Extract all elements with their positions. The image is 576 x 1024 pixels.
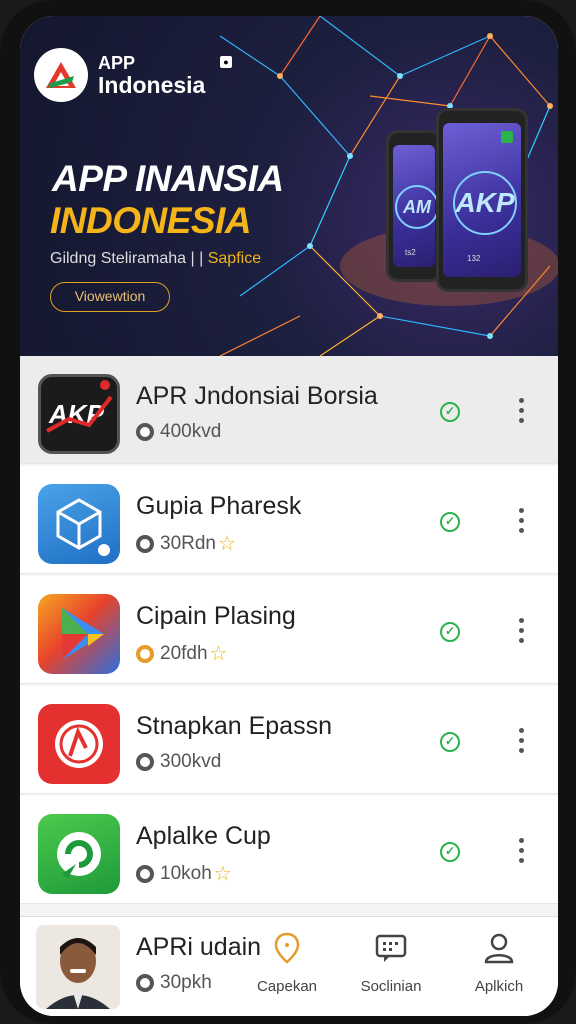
brand-line2: Indonesia — [98, 71, 206, 98]
app-title: Stnapkan Epassn — [136, 712, 332, 740]
app-meta-value: 400kvd — [160, 421, 222, 442]
hero-subtitle-accent: Sapfice — [207, 250, 262, 267]
clock-icon — [136, 534, 154, 553]
clock-icon — [136, 864, 154, 883]
mock-phone-left-logo: AM — [395, 185, 439, 229]
check-icon: ✓ — [440, 512, 460, 532]
avatar[interactable] — [36, 925, 120, 1009]
brand-line1: APP — [98, 52, 136, 73]
app-meta-value: 10koh — [160, 862, 212, 884]
nav-label: Aplkich — [474, 978, 524, 995]
more-options-icon[interactable] — [516, 398, 526, 428]
nav-label: Capekan — [256, 978, 318, 995]
list-item[interactable]: Aplalke Cup 10koh ☆ ✓ — [20, 796, 558, 904]
list-item[interactable]: Cipain Plasing 20fdh ☆ ✓ — [20, 576, 558, 684]
more-options-icon[interactable] — [516, 728, 526, 758]
app-meta: 30Rdn ☆ — [136, 531, 236, 556]
screen: APP Indonesia ● APP INANSIA INDONESIA Gi… — [20, 16, 558, 1016]
mock-phone-right: AKP 132 — [436, 108, 528, 292]
more-options-icon[interactable] — [516, 508, 526, 538]
app-title: Gupia Pharesk — [136, 492, 302, 520]
app-title: Cipain Plasing — [136, 602, 296, 630]
hero-subtitle: Gildng Steliramaha | | Sapfice — [50, 250, 261, 268]
app-meta: 10koh ☆ — [136, 861, 232, 886]
bottom-meta-value: 30pkh — [160, 972, 212, 993]
app-title: APR Jndonsiai Borsia — [136, 382, 378, 410]
list-item[interactable]: AKP APR Jndonsiai Borsia 400kvd ✓ — [20, 356, 558, 464]
lock-icon: ● — [220, 56, 232, 68]
bottom-bar: APRi udain 30pkh Capekan Soclinian Aplki… — [20, 916, 558, 1016]
hero-title: APP INANSIA — [52, 158, 284, 199]
box-app-icon — [38, 484, 120, 564]
check-icon: ✓ — [440, 842, 460, 862]
bottom-app-meta: 30pkh — [136, 972, 212, 994]
hero-subtitle-main: Gildng Steliramaha | | — [50, 250, 204, 267]
mock-phone-left-screen: AM ts2 — [393, 145, 439, 267]
star-icon: ☆ — [218, 533, 236, 555]
hero-title-accent: INDONESIA — [50, 200, 252, 241]
nav-item-aplkich[interactable]: Aplkich — [454, 931, 544, 995]
mock-phone-right-badge-icon — [501, 131, 513, 143]
clock-icon — [136, 974, 154, 992]
list-item[interactable]: Gupia Pharesk 30Rdn ☆ ✓ — [20, 466, 558, 574]
mock-phone-right-label: 132 — [467, 254, 481, 263]
akp-app-icon: AKP — [38, 374, 120, 454]
app-meta: 300kvd — [136, 751, 221, 773]
nav-item-capekan[interactable]: Capekan — [242, 931, 332, 995]
star-icon: ☆ — [209, 643, 228, 665]
hero-banner[interactable]: APP Indonesia ● APP INANSIA INDONESIA Gi… — [20, 16, 558, 356]
more-options-icon[interactable] — [516, 838, 526, 868]
star-icon: ☆ — [213, 863, 232, 885]
green-swirl-app-icon — [38, 814, 120, 894]
clock-icon — [136, 644, 154, 663]
more-options-icon[interactable] — [516, 618, 526, 648]
clock-icon — [136, 423, 154, 441]
nav-item-soclinian[interactable]: Soclinian — [346, 931, 436, 995]
check-icon: ✓ — [440, 402, 460, 422]
app-meta-value: 300kvd — [160, 751, 222, 772]
mock-phone-right-screen: AKP 132 — [443, 123, 521, 277]
phone-frame: APP Indonesia ● APP INANSIA INDONESIA Gi… — [0, 0, 576, 1024]
brand-header: APP Indonesia ● — [34, 48, 232, 102]
nav-label: Soclinian — [360, 978, 422, 995]
mock-phone-left-label: ts2 — [405, 248, 416, 257]
play-app-icon — [38, 594, 120, 674]
app-title: Aplalke Cup — [136, 822, 271, 850]
app-meta: 20fdh ☆ — [136, 641, 227, 666]
location-pin-icon — [274, 932, 300, 964]
check-icon: ✓ — [440, 622, 460, 642]
hero-cta-button[interactable]: Viowewtion — [50, 282, 170, 312]
check-icon: ✓ — [440, 732, 460, 752]
clock-icon — [136, 753, 154, 771]
list-item[interactable]: Stnapkan Epassn 300kvd ✓ — [20, 686, 558, 794]
mock-phone-left: AM ts2 — [386, 130, 442, 282]
mock-phone-right-logo: AKP — [453, 171, 517, 235]
chat-grid-icon — [375, 934, 407, 962]
brand-text: APP Indonesia — [98, 54, 205, 97]
app-meta-value: 20fdh — [160, 642, 208, 664]
red-circle-app-icon — [38, 704, 120, 784]
user-icon — [484, 933, 514, 964]
app-meta-value: 30Rdn — [160, 532, 216, 554]
app-meta: 400kvd — [136, 421, 221, 443]
brand-logo-icon — [34, 48, 88, 102]
